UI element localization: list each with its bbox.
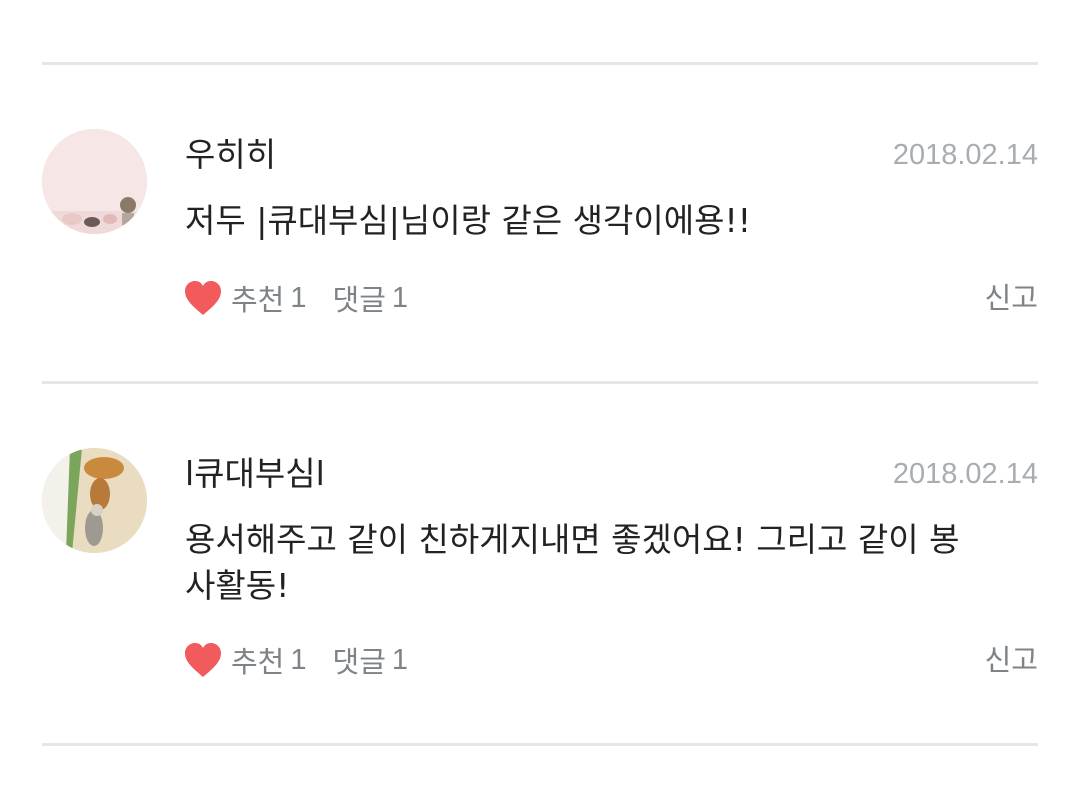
- like-label[interactable]: 추천: [231, 277, 284, 319]
- comment-list: 우히히 2018.02.14 저두 |큐대부심|님이랑 같은 생각이에용!! 추…: [0, 0, 1080, 810]
- heart-icon[interactable]: [183, 279, 223, 317]
- comment-actions: 추천 1 댓글 1: [183, 638, 434, 682]
- comment-date: 2018.02.14: [892, 139, 1038, 171]
- reply-label[interactable]: 댓글: [333, 639, 386, 681]
- like-count: 1: [290, 643, 307, 676]
- divider: [42, 62, 1038, 65]
- comment-text: 용서해주고 같이 친하게지내면 좋겠어요! 그리고 같이 봉사활동!: [185, 520, 960, 605]
- comment-text: 저두 |큐대부심|님이랑 같은 생각이에용!!: [185, 201, 751, 240]
- heart-icon[interactable]: [183, 641, 223, 679]
- avatar[interactable]: [42, 129, 147, 234]
- author-name[interactable]: 우히히: [185, 135, 276, 175]
- author-name[interactable]: l큐대부심l: [185, 454, 325, 494]
- reply-label[interactable]: 댓글: [333, 277, 386, 319]
- divider: [42, 381, 1038, 384]
- report-button[interactable]: 신고: [985, 638, 1038, 682]
- comment-date: 2018.02.14: [892, 458, 1038, 490]
- comment-item: l큐대부심l 2018.02.14 용서해주고 같이 친하게지내면 좋겠어요! …: [42, 448, 1038, 688]
- avatar-image: [42, 129, 147, 234]
- like-count: 1: [290, 281, 307, 314]
- reply-count: 1: [391, 643, 409, 676]
- divider: [42, 743, 1038, 746]
- report-button[interactable]: 신고: [985, 276, 1038, 320]
- comment-item: 우히히 2018.02.14 저두 |큐대부심|님이랑 같은 생각이에용!! 추…: [42, 129, 1038, 329]
- comment-actions: 추천 1 댓글 1: [183, 276, 434, 320]
- avatar[interactable]: [42, 448, 147, 553]
- avatar-image: [42, 448, 147, 553]
- like-label[interactable]: 추천: [231, 639, 284, 681]
- reply-count: 1: [391, 281, 409, 314]
